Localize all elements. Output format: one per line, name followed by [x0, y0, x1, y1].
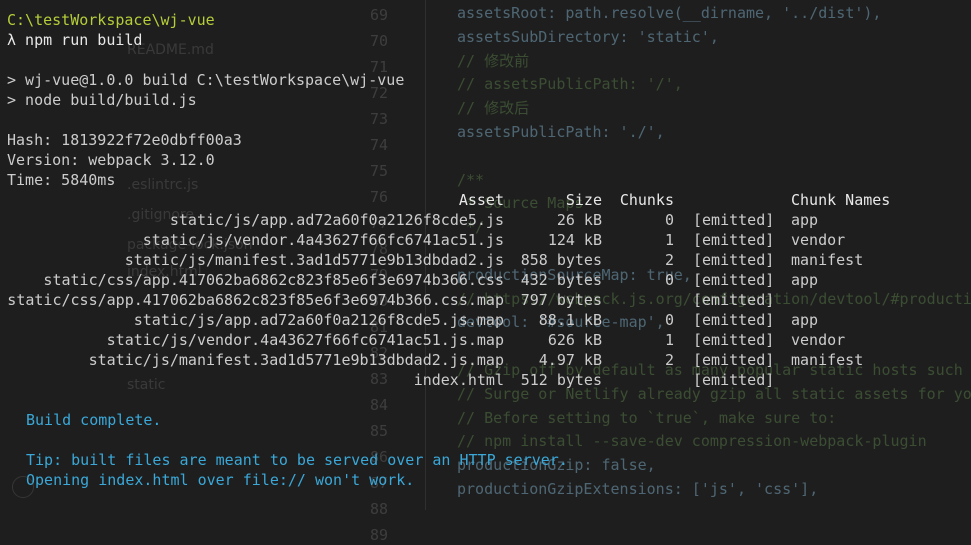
chunk-name: app — [791, 271, 819, 289]
asset-chunk: 0 — [664, 311, 674, 329]
chunk-names-header: Chunk Names — [791, 191, 891, 209]
asset-chunk: 1 — [664, 331, 674, 349]
terminal-cwd: C:\testWorkspace\wj-vue — [7, 11, 215, 29]
emitted-status: [emitted] — [693, 311, 775, 329]
tip-message: Tip: built files are meant to be served … — [26, 451, 568, 469]
chunk-name: manifest — [791, 251, 864, 269]
tip-message: Opening index.html over file:// won't wo… — [26, 471, 415, 489]
scroll-indicator-icon — [12, 476, 34, 498]
asset-size: 26 kB — [556, 211, 602, 229]
build-hash: Hash: 1813922f72e0dbff00a3 — [7, 131, 242, 149]
asset-size: 512 bytes — [520, 371, 602, 389]
asset-path: static/js/vendor.4a43627f66fc6741ac51.js… — [106, 331, 504, 349]
asset-header: Asset — [458, 191, 504, 209]
asset-path: static/js/vendor.4a43627f66fc6741ac51.js — [142, 231, 504, 249]
asset-chunk: 1 — [664, 231, 674, 249]
asset-chunk: 0 — [664, 211, 674, 229]
npm-script-line: > node build/build.js — [7, 91, 197, 109]
npm-script-line: > wj-vue@1.0.0 build C:\testWorkspace\wj… — [7, 71, 405, 89]
asset-chunk: 0 — [664, 271, 674, 289]
asset-size: 124 kB — [547, 231, 602, 249]
emitted-status: [emitted] — [693, 331, 775, 349]
line-number: 89 — [369, 526, 388, 544]
asset-size: 88.1 kB — [538, 311, 602, 329]
asset-size: 858 bytes — [520, 251, 602, 269]
asset-path: static/css/app.417062ba6862c823f85e6f3e6… — [43, 271, 504, 289]
asset-path: static/js/manifest.3ad1d5771e9b13dbdad2.… — [124, 251, 504, 269]
asset-size: 626 kB — [547, 331, 602, 349]
emitted-status: [emitted] — [693, 271, 775, 289]
emitted-status: [emitted] — [693, 211, 775, 229]
asset-size: 432 bytes — [520, 271, 602, 289]
chunk-name: manifest — [791, 351, 864, 369]
asset-path: static/js/app.ad72a60f0a2126f8cde5.js.ma… — [133, 311, 504, 329]
chunks-header: Chunks — [619, 191, 674, 209]
chunk-name: vendor — [791, 231, 846, 249]
asset-path: static/js/app.ad72a60f0a2126f8cde5.js — [169, 211, 504, 229]
terminal-command: λ npm run build — [7, 31, 143, 49]
emitted-status: [emitted] — [693, 351, 775, 369]
chunk-name: app — [791, 211, 819, 229]
emitted-status: [emitted] — [693, 231, 775, 249]
asset-chunk: 2 — [664, 251, 674, 269]
asset-chunk: 2 — [664, 351, 674, 369]
build-complete-message: Build complete. — [26, 411, 162, 429]
chunk-name: app — [791, 311, 819, 329]
asset-path: static/css/app.417062ba6862c823f85e6f3e6… — [7, 291, 504, 309]
emitted-status: [emitted] — [693, 291, 775, 309]
build-time: Time: 5840ms — [7, 171, 116, 189]
emitted-status: [emitted] — [693, 371, 775, 389]
terminal-output[interactable]: C:\testWorkspace\wj-vue λ npm run build … — [0, 0, 971, 510]
emitted-status: [emitted] — [693, 251, 775, 269]
webpack-version: Version: webpack 3.12.0 — [7, 151, 215, 169]
asset-size: 797 bytes — [520, 291, 602, 309]
asset-path: static/js/manifest.3ad1d5771e9b13dbdad2.… — [88, 351, 504, 369]
chunk-name: vendor — [791, 331, 846, 349]
asset-path: index.html — [413, 371, 504, 389]
asset-size: 4.97 kB — [538, 351, 602, 369]
size-header: Size — [565, 191, 602, 209]
